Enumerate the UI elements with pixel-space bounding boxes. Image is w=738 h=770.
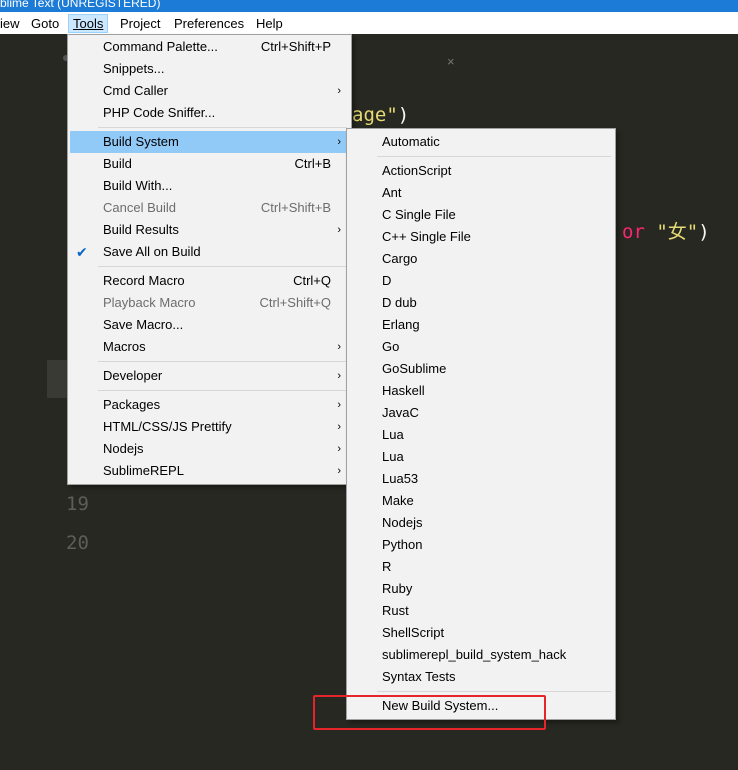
menu-goto[interactable]: Goto — [31, 14, 59, 33]
build-system-item[interactable]: Python — [349, 534, 613, 556]
line-number: 19 — [66, 493, 89, 515]
build-system-item[interactable]: Rust — [349, 600, 613, 622]
build-system-item[interactable]: D dub — [349, 292, 613, 314]
menu-item-build-system[interactable]: Build System › — [70, 131, 349, 153]
submenu-arrow-icon: › — [337, 465, 341, 477]
line-number: 20 — [66, 532, 89, 554]
menu-item-html-css-js-prettify[interactable]: HTML/CSS/JS Prettify › — [70, 416, 349, 438]
menu-item-packages[interactable]: Packages › — [70, 394, 349, 416]
build-system-item[interactable]: C++ Single File — [349, 226, 613, 248]
check-icon: ✔ — [76, 244, 88, 260]
submenu-arrow-icon: › — [337, 399, 341, 411]
build-system-item[interactable]: ActionScript — [349, 160, 613, 182]
menu-item-record-macro[interactable]: Record Macro Ctrl+Q — [70, 270, 349, 292]
menu-item-save-all-on-build[interactable]: ✔ Save All on Build — [70, 241, 349, 263]
build-system-item[interactable]: ShellScript — [349, 622, 613, 644]
menu-separator — [98, 390, 347, 391]
menu-item-snippets[interactable]: Snippets... — [70, 58, 349, 80]
build-system-item[interactable]: Automatic — [349, 131, 613, 153]
menu-preferences[interactable]: Preferences — [174, 14, 244, 33]
build-system-item[interactable]: Haskell — [349, 380, 613, 402]
menu-separator — [377, 691, 611, 692]
menu-item-nodejs[interactable]: Nodejs › — [70, 438, 349, 460]
build-system-item[interactable]: Cargo — [349, 248, 613, 270]
submenu-arrow-icon: › — [337, 341, 341, 353]
build-system-item[interactable]: JavaC — [349, 402, 613, 424]
menu-item-sublimerepl[interactable]: SublimeREPL › — [70, 460, 349, 482]
submenu-arrow-icon: › — [337, 85, 341, 97]
build-system-item[interactable]: Syntax Tests — [349, 666, 613, 688]
submenu-arrow-icon: › — [337, 421, 341, 433]
annotation-highlight-box — [313, 695, 546, 730]
submenu-arrow-icon: › — [337, 224, 341, 236]
submenu-arrow-icon: › — [337, 443, 341, 455]
build-system-item[interactable]: sublimerepl_build_system_hack — [349, 644, 613, 666]
submenu-arrow-icon: › — [337, 136, 341, 148]
menu-item-cmd-caller[interactable]: Cmd Caller › — [70, 80, 349, 102]
menu-item-php-code-sniffer[interactable]: PHP Code Sniffer... — [70, 102, 349, 124]
menu-item-save-macro[interactable]: Save Macro... — [70, 314, 349, 336]
menu-separator — [98, 361, 347, 362]
build-system-item[interactable]: Go — [349, 336, 613, 358]
build-system-item[interactable]: Ant — [349, 182, 613, 204]
menu-item-command-palette[interactable]: Command Palette... Ctrl+Shift+P — [70, 36, 349, 58]
menu-separator — [377, 156, 611, 157]
build-system-item[interactable]: Lua — [349, 446, 613, 468]
menu-view[interactable]: iew — [0, 14, 20, 33]
build-system-item[interactable]: GoSublime — [349, 358, 613, 380]
menu-item-developer[interactable]: Developer › — [70, 365, 349, 387]
build-system-item[interactable]: Lua53 — [349, 468, 613, 490]
title-bar: blime Text (UNREGISTERED) — [0, 0, 738, 12]
window-title: blime Text (UNREGISTERED) — [0, 0, 161, 10]
submenu-arrow-icon: › — [337, 370, 341, 382]
build-system-item[interactable]: Nodejs — [349, 512, 613, 534]
code-line: age") — [352, 104, 410, 126]
build-system-item[interactable]: C Single File — [349, 204, 613, 226]
code-line: or "女") — [622, 221, 710, 243]
menu-project[interactable]: Project — [120, 14, 160, 33]
build-system-item[interactable]: D — [349, 270, 613, 292]
menu-item-cancel-build: Cancel Build Ctrl+Shift+B — [103, 200, 331, 215]
build-system-submenu: Automatic ActionScript Ant C Single File… — [346, 128, 616, 720]
menu-help[interactable]: Help — [256, 14, 283, 33]
menu-item-playback-macro: Playback Macro Ctrl+Shift+Q — [103, 295, 331, 310]
build-system-item[interactable]: Lua — [349, 424, 613, 446]
build-system-item[interactable]: R — [349, 556, 613, 578]
menu-item-build-results[interactable]: Build Results › — [70, 219, 349, 241]
build-system-item[interactable]: Make — [349, 490, 613, 512]
menu-bar: iew Goto Tools Project Preferences Help — [0, 12, 738, 34]
build-system-item[interactable]: Erlang — [349, 314, 613, 336]
build-system-item[interactable]: Ruby — [349, 578, 613, 600]
tab-close-icon[interactable]: × — [447, 54, 455, 69]
menu-separator — [98, 127, 347, 128]
menu-item-build[interactable]: Build Ctrl+B — [70, 153, 349, 175]
menu-tools[interactable]: Tools — [68, 14, 109, 33]
menu-item-macros[interactable]: Macros › — [70, 336, 349, 358]
menu-separator — [98, 266, 347, 267]
tools-menu: Command Palette... Ctrl+Shift+P Snippets… — [67, 34, 352, 485]
menu-item-build-with[interactable]: Build With... — [70, 175, 349, 197]
